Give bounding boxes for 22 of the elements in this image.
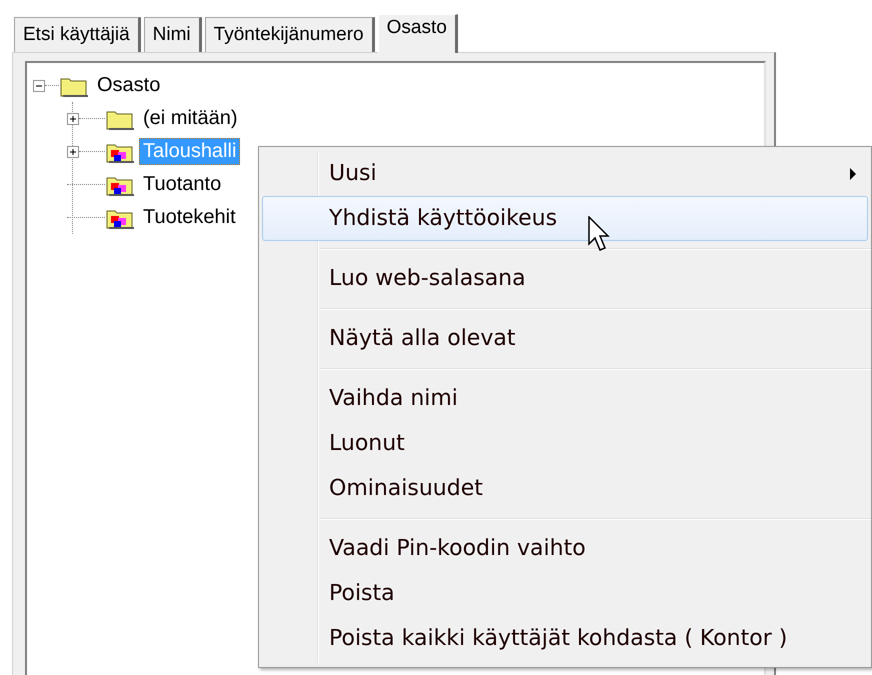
menu-item[interactable]: Vaadi Pin-koodin vaihto [262, 526, 868, 571]
tab[interactable]: Työntekijänumero [204, 17, 375, 52]
tab[interactable]: Etsi käyttäjiä [14, 17, 141, 52]
tree-item[interactable]: Tuotekehit [139, 204, 240, 231]
menu-item[interactable]: Luonut [262, 421, 868, 466]
tab[interactable]: Osasto [378, 14, 458, 53]
menu-item[interactable]: Näytä alla olevat [262, 316, 868, 361]
tree-item[interactable]: Osasto [93, 72, 164, 99]
tab[interactable]: Nimi [144, 17, 202, 52]
menu-item[interactable]: Luo web-salasana [262, 256, 868, 301]
menu-item[interactable]: Ominaisuudet [262, 466, 868, 511]
menu-item[interactable]: Uusi [262, 151, 868, 196]
collapse-icon[interactable] [33, 80, 45, 92]
expand-icon[interactable] [67, 146, 79, 158]
menu-item[interactable]: Poista kaikki käyttäjät kohdasta ( Kontor ) [262, 616, 868, 661]
menu-item[interactable]: Yhdistä käyttöoikeus [262, 196, 868, 241]
expand-icon[interactable] [67, 112, 79, 124]
tree-item[interactable]: (ei mitään) [139, 105, 242, 132]
tree-item[interactable]: Tuotanto [139, 171, 226, 198]
menu-item[interactable]: Vaihda nimi [262, 376, 868, 421]
submenu-arrow-icon [849, 168, 857, 180]
menu-item[interactable]: Poista [262, 571, 868, 616]
